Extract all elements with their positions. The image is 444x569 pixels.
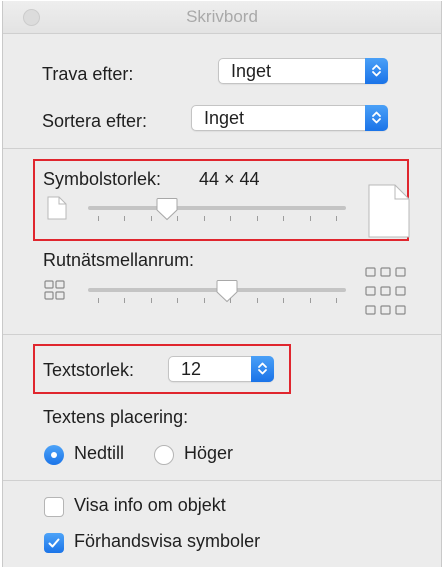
label-position-label: Textens placering:	[43, 407, 189, 427]
slider-tick	[203, 216, 205, 221]
slider-tick	[177, 216, 179, 221]
grid-large-icon	[365, 267, 406, 315]
icon-size-slider[interactable]	[88, 194, 346, 224]
stack-by-popup[interactable]: Inget	[218, 58, 388, 84]
grid-spacing-slider[interactable]	[88, 276, 346, 306]
slider-tick	[336, 216, 337, 221]
show-item-info-label: Visa info om objekt	[74, 495, 226, 515]
stack-by-label: Trava efter:	[42, 64, 134, 84]
chevron-updown-icon	[365, 105, 388, 131]
slider-tick	[309, 298, 311, 303]
icon-size-value: 44 × 44	[199, 169, 260, 189]
slider-tick	[98, 216, 99, 221]
document-large-icon	[368, 184, 410, 238]
window-title: Skrivbord	[186, 7, 258, 26]
chevron-updown-icon	[251, 356, 274, 382]
slider-tick	[256, 298, 258, 303]
separator	[3, 148, 441, 149]
show-item-info-checkbox[interactable]	[44, 497, 64, 517]
text-size-label: Textstorlek:	[43, 360, 135, 380]
slider-track	[88, 206, 346, 210]
label-position-right-radio[interactable]	[154, 445, 174, 465]
checkmark-icon	[48, 538, 60, 548]
slider-tick	[283, 298, 285, 303]
slider-tick	[283, 216, 285, 221]
sort-by-label: Sortera efter:	[42, 111, 148, 131]
label-position-bottom-radio[interactable]	[44, 445, 64, 465]
slider-tick	[124, 298, 126, 303]
grid-spacing-label: Rutnätsmellanrum:	[43, 250, 195, 270]
show-icon-preview-label: Förhandsvisa symboler	[74, 531, 261, 551]
icon-size-label: Symbolstorlek:	[43, 169, 162, 189]
slider-tick	[230, 298, 232, 303]
sort-by-value: Inget	[204, 108, 245, 128]
chevron-updown-icon	[365, 58, 388, 84]
text-size-value: 12	[181, 359, 202, 379]
slider-tick	[309, 216, 311, 221]
slider-tick	[177, 298, 179, 303]
show-icon-preview-checkbox[interactable]	[44, 533, 64, 553]
slider-tick	[256, 216, 258, 221]
slider-tick	[230, 216, 232, 221]
separator	[3, 334, 441, 335]
slider-tick	[336, 298, 337, 303]
grid-small-icon	[44, 280, 65, 300]
label-position-bottom-label: Nedtill	[74, 443, 125, 463]
stack-by-value: Inget	[231, 61, 272, 81]
label-position-right-label: Höger	[184, 443, 234, 463]
slider-knob[interactable]	[156, 197, 178, 226]
document-small-icon	[47, 196, 67, 220]
slider-tick	[203, 298, 205, 303]
slider-tick	[150, 216, 152, 221]
slider-tick	[150, 298, 152, 303]
view-options-panel: Skrivbord Trava efter: Inget Sortera eft…	[2, 1, 442, 567]
sort-by-popup[interactable]: Inget	[191, 105, 388, 131]
text-size-popup[interactable]: 12	[168, 356, 274, 382]
slider-knob[interactable]	[216, 279, 238, 308]
title-bar: Skrivbord	[3, 1, 441, 34]
slider-tick	[124, 216, 126, 221]
separator	[3, 480, 441, 481]
slider-tick	[98, 298, 99, 303]
